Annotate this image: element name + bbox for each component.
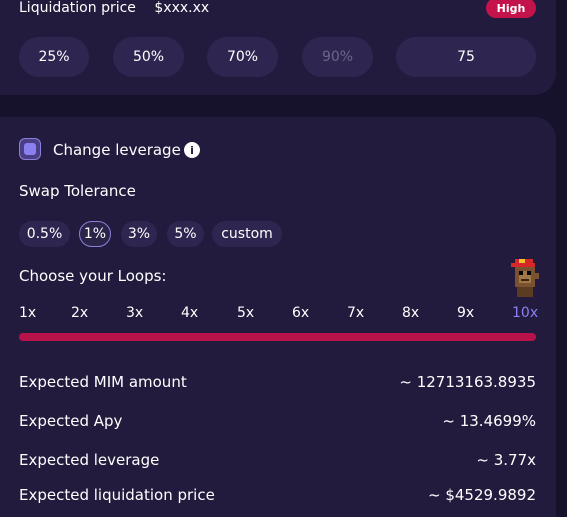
expected-leverage-label: Expected leverage: [19, 451, 160, 469]
swap-tolerance-label: Swap Tolerance: [19, 182, 136, 200]
loops-slider[interactable]: [19, 333, 536, 341]
expected-apy-label: Expected Apy: [19, 412, 123, 430]
loops-slider-fill: [19, 333, 536, 341]
percent-25-button[interactable]: 25%: [19, 37, 89, 77]
tolerance-option-3[interactable]: 3%: [121, 221, 157, 247]
expected-mim-label: Expected MIM amount: [19, 373, 187, 391]
ape-avatar-icon: [511, 259, 539, 297]
loop-tick-9x[interactable]: 9x: [457, 305, 474, 321]
checkbox-check-mark: [24, 143, 36, 155]
tolerance-option-custom[interactable]: custom: [212, 221, 282, 247]
liquidation-price-value: $xxx.xx: [154, 0, 210, 16]
expected-liquidation-value: ~ $4529.9892: [428, 486, 536, 504]
loop-tick-5x[interactable]: 5x: [237, 305, 254, 321]
choose-loops-label: Choose your Loops:: [19, 267, 167, 285]
loop-tick-1x[interactable]: 1x: [19, 305, 36, 321]
liquidation-price-label: Liquidation price: [19, 0, 136, 16]
percent-50-button[interactable]: 50%: [113, 37, 184, 77]
tolerance-option-5[interactable]: 5%: [167, 221, 204, 247]
loop-tick-3x[interactable]: 3x: [126, 305, 143, 321]
change-leverage-label: Change leverage: [53, 141, 181, 159]
info-icon[interactable]: i: [184, 142, 200, 158]
loop-tick-10x[interactable]: 10x: [512, 305, 538, 321]
loop-tick-2x[interactable]: 2x: [71, 305, 88, 321]
expected-liquidation-label: Expected liquidation price: [19, 486, 215, 504]
tolerance-option-0-5[interactable]: 0.5%: [19, 221, 70, 247]
percent-90-button[interactable]: 90%: [302, 37, 373, 77]
loop-tick-6x[interactable]: 6x: [292, 305, 309, 321]
loop-tick-4x[interactable]: 4x: [181, 305, 198, 321]
risk-badge: High: [486, 0, 536, 18]
expected-apy-value: ~ 13.4699%: [442, 412, 536, 430]
tolerance-option-1[interactable]: 1%: [79, 221, 111, 247]
change-leverage-checkbox[interactable]: [19, 138, 41, 160]
expected-mim-value: ~ 12713163.8935: [399, 373, 536, 391]
expected-leverage-value: ~ 3.77x: [476, 451, 536, 469]
loop-tick-7x[interactable]: 7x: [347, 305, 364, 321]
percent-70-button[interactable]: 70%: [207, 37, 278, 77]
loop-tick-8x[interactable]: 8x: [402, 305, 419, 321]
liquidation-price-row: Liquidation price $xxx.xx: [19, 0, 209, 16]
percent-input[interactable]: 75: [396, 37, 536, 77]
